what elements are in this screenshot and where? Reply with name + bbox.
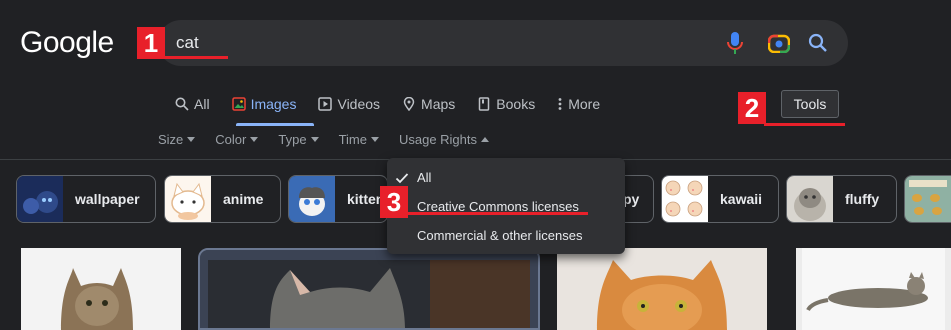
annotation-marker-1: 1 (137, 27, 165, 59)
filter-time[interactable]: Time (339, 132, 379, 147)
filter-usage-rights[interactable]: Usage Rights (398, 132, 490, 147)
annotation-marker-3: 3 (380, 186, 408, 218)
tab-videos[interactable]: Videos (318, 94, 380, 114)
chevron-down-icon (250, 137, 259, 142)
checkmark-icon (395, 173, 409, 184)
chip-kawaii[interactable]: kawaii (661, 175, 779, 223)
chip-wallpaper[interactable]: wallpaper (16, 175, 156, 223)
cat-image (200, 250, 538, 328)
search-icon (175, 97, 189, 111)
chip-thumbnail (662, 176, 708, 222)
chevron-up-icon (481, 137, 490, 142)
active-tab-indicator (236, 123, 314, 126)
menu-item-commercial[interactable]: Commercial & other licenses (417, 228, 582, 243)
kebab-icon (558, 98, 562, 110)
chip-label: anime (223, 191, 264, 207)
tab-maps[interactable]: Maps (402, 94, 455, 114)
tab-all[interactable]: All (175, 94, 210, 114)
image-icon (231, 97, 246, 111)
menu-item-all[interactable]: All (417, 170, 431, 185)
tab-label: More (568, 96, 601, 112)
image-result[interactable] (198, 248, 540, 330)
cat-image (796, 248, 951, 330)
chip-thumbnail (905, 176, 951, 222)
chip-label: kawaii (720, 191, 763, 207)
tab-more[interactable]: More (557, 94, 600, 114)
tab-images[interactable]: Images (231, 94, 297, 114)
map-pin-icon (403, 97, 415, 111)
filter-type[interactable]: Type (278, 132, 319, 147)
filter-label: Type (278, 132, 307, 147)
tab-label: All (194, 96, 210, 112)
chevron-down-icon (187, 137, 196, 142)
filter-size[interactable]: Size (158, 132, 196, 147)
cat-image (21, 248, 181, 330)
chip-fluffy[interactable]: fluffy (786, 175, 897, 223)
search-icon[interactable] (808, 33, 828, 53)
chip-kitten[interactable]: kitten (288, 175, 388, 223)
filter-label: Size (158, 132, 184, 147)
chip-partial[interactable] (904, 175, 951, 223)
tab-label: Books (496, 96, 536, 112)
annotation-underline-1 (158, 56, 228, 59)
camera-lens-icon[interactable] (768, 33, 790, 53)
chip-thumbnail (165, 176, 211, 222)
chip-label: wallpaper (75, 191, 140, 207)
chip-anime[interactable]: anime (164, 175, 281, 223)
book-icon (479, 97, 490, 111)
tab-label: Images (250, 96, 297, 112)
filter-color[interactable]: Color (215, 132, 259, 147)
chip-thumbnail (787, 176, 833, 222)
image-result[interactable] (796, 248, 951, 330)
search-tabs: All Images Videos Maps Books More (175, 94, 622, 124)
filter-bar: Size Color Type Time Usage Rights (158, 132, 509, 147)
image-result[interactable] (557, 248, 767, 330)
usage-rights-menu: All Creative Commons licenses Commercial… (387, 158, 625, 254)
chip-thumbnail (289, 176, 335, 222)
image-result[interactable] (21, 248, 181, 330)
google-logo[interactable]: Google (20, 26, 114, 60)
tab-label: Videos (337, 96, 381, 112)
annotation-underline-3 (408, 212, 588, 215)
play-icon (318, 97, 333, 111)
tab-books[interactable]: Books (477, 94, 535, 114)
filter-label: Usage Rights (398, 132, 478, 147)
cat-image (557, 248, 767, 330)
tab-label: Maps (421, 96, 456, 112)
chip-thumbnail (17, 176, 63, 222)
chevron-down-icon (370, 137, 379, 142)
search-input[interactable]: cat (176, 33, 199, 53)
microphone-icon[interactable] (727, 31, 743, 55)
chip-label: fluffy (845, 191, 880, 207)
filter-label: Time (338, 132, 367, 147)
tools-button[interactable]: Tools (781, 90, 839, 118)
annotation-marker-2: 2 (738, 92, 766, 124)
filter-label: Color (215, 132, 247, 147)
annotation-underline-2 (764, 123, 845, 126)
chevron-down-icon (310, 137, 319, 142)
search-box[interactable] (158, 20, 848, 66)
